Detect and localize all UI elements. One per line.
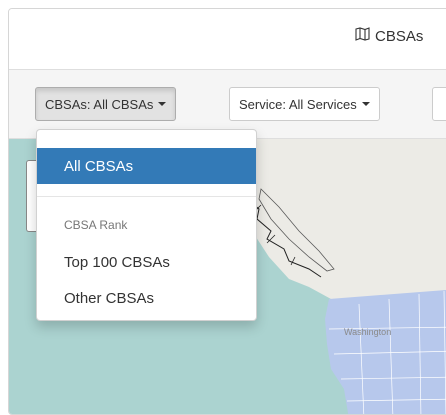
cbsa-filter-button[interactable]: CBSAs: All CBSAs xyxy=(35,87,177,121)
caret-down-icon xyxy=(158,102,167,106)
cbsa-dropdown-menu: All CBSAs CBSA Rank Top 100 CBSAs Other … xyxy=(36,129,257,321)
dropdown-item-other[interactable]: Other CBSAs xyxy=(37,280,256,316)
dropdown-item-label: All CBSAs xyxy=(64,157,134,175)
map-state-label: Washington xyxy=(344,327,391,337)
dropdown-section-header: CBSA Rank xyxy=(64,218,128,232)
caret-down-icon xyxy=(361,102,370,106)
panel-title-text: CBSAs xyxy=(375,27,424,45)
map-icon xyxy=(355,27,370,45)
dropdown-item-top-100[interactable]: Top 100 CBSAs xyxy=(37,244,256,280)
more-filter-button[interactable] xyxy=(432,87,446,121)
cbsa-filter-label: CBSAs: All CBSAs xyxy=(45,96,154,112)
panel-title: CBSAs xyxy=(355,27,423,45)
dropdown-item-label: Top 100 CBSAs xyxy=(64,253,170,271)
service-filter-button[interactable]: Service: All Services xyxy=(229,87,380,121)
dropdown-divider xyxy=(37,196,256,197)
panel-header: CBSAs xyxy=(9,9,446,70)
dropdown-item-all-cbsas[interactable]: All CBSAs xyxy=(37,148,256,184)
service-filter-label: Service: All Services xyxy=(239,96,357,112)
dropdown-item-label: Other CBSAs xyxy=(64,289,155,307)
